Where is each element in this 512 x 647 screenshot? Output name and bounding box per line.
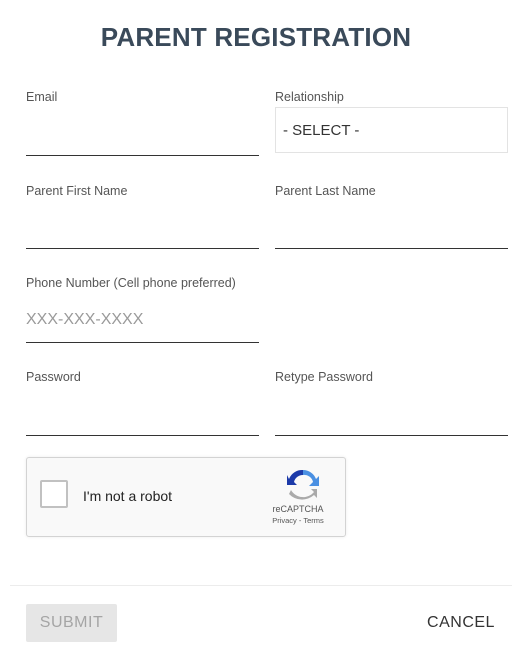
retype-password-underline: [275, 435, 508, 436]
email-underline: [26, 155, 259, 156]
password-underline: [26, 435, 259, 436]
relationship-selected-value: - SELECT -: [283, 121, 360, 139]
cancel-button[interactable]: CANCEL: [418, 604, 504, 642]
recaptcha-label: I'm not a robot: [83, 488, 173, 504]
recaptcha-links: Privacy - Terms: [263, 516, 333, 525]
retype-password-label: Retype Password: [275, 370, 373, 384]
email-field[interactable]: [26, 125, 258, 149]
last-name-field[interactable]: [275, 218, 507, 242]
last-name-label: Parent Last Name: [275, 184, 376, 198]
recaptcha-privacy-link[interactable]: Privacy: [272, 516, 297, 525]
first-name-label: Parent First Name: [26, 184, 128, 198]
phone-underline: [26, 342, 259, 343]
recaptcha-brand: reCAPTCHA: [272, 504, 324, 514]
recaptcha-widget: I'm not a robot reCAPTCHA Privacy - Term…: [26, 457, 346, 537]
footer-divider: [10, 585, 512, 586]
page-title: PARENT REGISTRATION: [100, 22, 412, 52]
submit-button[interactable]: SUBMIT: [26, 604, 117, 642]
relationship-select[interactable]: - SELECT -: [275, 107, 508, 153]
last-name-underline: [275, 248, 508, 249]
email-label: Email: [26, 90, 58, 104]
recaptcha-checkbox[interactable]: [40, 480, 68, 508]
recaptcha-terms-link[interactable]: Terms: [303, 516, 323, 525]
first-name-underline: [26, 248, 259, 249]
first-name-field[interactable]: [26, 218, 258, 242]
phone-label: Phone Number (Cell phone preferred): [26, 276, 236, 290]
retype-password-field[interactable]: [275, 404, 507, 428]
relationship-label: Relationship: [275, 90, 344, 104]
phone-field[interactable]: [26, 308, 258, 332]
password-label: Password: [26, 370, 81, 384]
recaptcha-logo-icon: [287, 469, 319, 500]
password-field[interactable]: [26, 404, 258, 428]
